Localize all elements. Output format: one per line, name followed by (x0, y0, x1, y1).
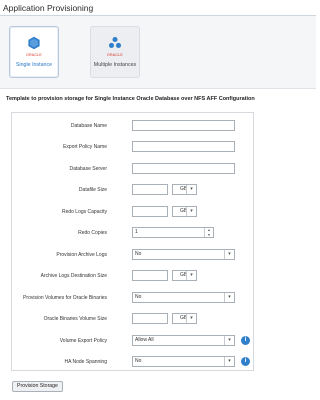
redo-copies-label: Redo Copies (78, 230, 107, 236)
row-database-name: Database Name (12, 120, 255, 133)
select-value: No (135, 251, 142, 257)
datafile-size-input[interactable] (132, 184, 168, 195)
datafile-size-label: Datafile Size (78, 187, 107, 193)
info-icon[interactable]: i (241, 336, 250, 345)
select-value: No (135, 358, 142, 364)
volume-export-policy-label: Volume Export Policy (59, 338, 107, 344)
chevron-down-icon: ▾ (186, 271, 196, 280)
select-value: No (135, 294, 142, 300)
database-server-input[interactable] (132, 163, 235, 174)
database-name-input[interactable] (132, 120, 235, 131)
archive-logs-destination-size-label: Archive Logs Destination Size (40, 273, 107, 279)
chevron-down-icon: ▾ (224, 357, 234, 366)
row-ha-node-spanning: HA Node Spanning No ▾ i (12, 356, 255, 369)
export-policy-name-label: Export Policy Name (63, 144, 107, 150)
info-icon[interactable]: i (241, 357, 250, 366)
spinner-arrows-icon[interactable]: ▲ ▼ (204, 228, 213, 237)
row-provision-archive-logs: Provision Archive Logs No ▾ (12, 249, 255, 262)
chevron-down-icon: ▾ (224, 250, 234, 259)
database-hexagon-icon (28, 36, 40, 50)
single-instance-card[interactable]: ORACLE Single Instance (9, 26, 59, 78)
row-redo-logs-capacity: Redo Logs Capacity GB ▾ (12, 206, 255, 219)
ha-node-spanning-label: HA Node Spanning (64, 359, 107, 365)
select-value: Allow All (135, 337, 154, 343)
datafile-unit-select[interactable]: GB ▾ (172, 184, 197, 195)
export-policy-name-input[interactable] (132, 141, 235, 152)
redo-logs-unit-select[interactable]: GB ▾ (172, 206, 197, 217)
row-oracle-binaries-volume-size: Oracle Binaries Volume Size GB ▾ (12, 313, 255, 326)
chevron-down-icon: ▾ (224, 293, 234, 302)
row-redo-copies: Redo Copies 1 ▲ ▼ (12, 227, 255, 240)
chevron-down-icon: ▾ (186, 207, 196, 216)
redo-copies-stepper[interactable]: 1 ▲ ▼ (132, 227, 214, 238)
volume-export-policy-select[interactable]: Allow All ▾ (132, 335, 235, 346)
database-server-label: Database Server (69, 166, 107, 172)
page-title: Application Provisioning (3, 3, 94, 13)
chevron-down-icon: ▾ (186, 314, 196, 323)
multiple-databases-icon (108, 36, 122, 48)
provision-volumes-binaries-label: Provision Volumes for Oracle Binaries (23, 295, 107, 301)
row-export-policy-name: Export Policy Name (12, 141, 255, 154)
provision-archive-logs-select[interactable]: No ▾ (132, 249, 235, 260)
multiple-instances-card[interactable]: ORACLE Multiple Instances (90, 26, 140, 78)
provision-volumes-binaries-select[interactable]: No ▾ (132, 292, 235, 303)
ha-node-spanning-select[interactable]: No ▾ (132, 356, 235, 367)
provision-archive-logs-label: Provision Archive Logs (56, 252, 107, 258)
template-description: Template to provision storage for Single… (6, 96, 255, 102)
row-provision-volumes-binaries: Provision Volumes for Oracle Binaries No… (12, 292, 255, 305)
redo-logs-capacity-input[interactable] (132, 206, 168, 217)
binaries-volume-size-input[interactable] (132, 313, 168, 324)
oracle-brand-label: ORACLE (26, 53, 42, 57)
multiple-instances-label: Multiple Instances (93, 62, 137, 68)
row-datafile-size: Datafile Size GB ▾ (12, 184, 255, 197)
provisioning-form: Database Name Export Policy Name Databas… (11, 112, 254, 371)
row-archive-logs-destination-size: Archive Logs Destination Size GB ▾ (12, 270, 255, 283)
oracle-brand-label: ORACLE (107, 53, 123, 57)
provision-storage-button[interactable]: Provision Storage (12, 381, 63, 392)
binaries-unit-select[interactable]: GB ▾ (172, 313, 197, 324)
database-name-label: Database Name (70, 123, 107, 129)
single-instance-label: Single Instance (15, 62, 53, 68)
chevron-down-icon: ▾ (224, 336, 234, 345)
redo-logs-capacity-label: Redo Logs Capacity (61, 209, 107, 215)
oracle-binaries-volume-size-label: Oracle Binaries Volume Size (43, 316, 107, 322)
row-volume-export-policy: Volume Export Policy Allow All ▾ i (12, 335, 255, 348)
redo-copies-value: 1 (135, 229, 138, 235)
row-database-server: Database Server (12, 163, 255, 176)
chevron-down-icon: ▾ (186, 185, 196, 194)
archive-logs-unit-select[interactable]: GB ▾ (172, 270, 197, 281)
template-selector: ORACLE Single Instance ORACLE Multiple I… (0, 16, 316, 89)
archive-logs-size-input[interactable] (132, 270, 168, 281)
